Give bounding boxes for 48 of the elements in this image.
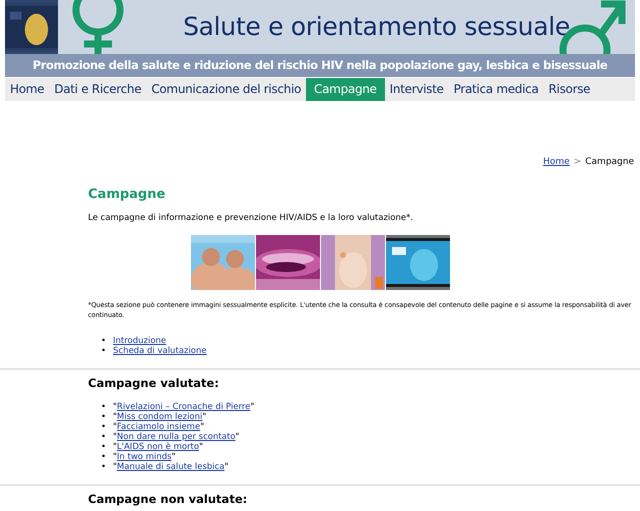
quote-mark: " — [172, 452, 176, 462]
quote-mark: " — [224, 462, 228, 472]
campaign-link[interactable]: Manuale di salute lesbica — [116, 462, 225, 472]
nav-tab[interactable]: Home — [5, 78, 50, 101]
quote-mark: " — [113, 462, 117, 472]
intro-text: Le campagne di informazione e prevenzione HIV/AIDS e la loro valutazione*. — [88, 213, 414, 223]
breadcrumb-current: Campagne — [585, 157, 634, 167]
site-title: Salute e orientamento sessuale — [183, 11, 570, 43]
quote-mark: " — [202, 412, 206, 422]
bullet: • — [101, 412, 108, 422]
nav-tab[interactable]: Dati e Ricerche — [49, 78, 146, 101]
page-heading: Campagne — [88, 187, 166, 204]
campaign-link[interactable]: Facciamolo insieme — [116, 422, 200, 432]
campaign-link[interactable]: Non dare nulla per scontato — [116, 432, 236, 442]
bullet: • — [101, 346, 108, 356]
campaign-link[interactable]: Miss condom lezioni — [116, 412, 202, 422]
nav-tab[interactable]: Campagne — [306, 78, 385, 101]
quote-mark: " — [113, 402, 117, 412]
section-heading: Campagne valutate: — [88, 376, 220, 392]
campaign-link[interactable]: In two minds — [116, 452, 172, 462]
bullet: • — [101, 422, 108, 432]
site-subtitle: Promozione della salute e riduzione del rischio HIV nella popolazione gay, lesbica e bisessuale — [5, 54, 635, 77]
quote-mark: " — [200, 422, 204, 432]
section-heading: Campagne non valutate: — [88, 492, 248, 508]
quote-mark: " — [113, 422, 117, 432]
nav-tab[interactable]: Interviste — [384, 78, 449, 101]
quote-mark: " — [250, 402, 254, 412]
quote-mark: " — [113, 412, 117, 422]
quote-mark: " — [113, 432, 117, 442]
quote-mark: " — [113, 442, 117, 452]
page-link[interactable]: Scheda di valutazione — [113, 346, 207, 356]
bullet: • — [101, 402, 108, 412]
bullet: • — [101, 462, 108, 472]
nav-tab[interactable]: Comunicazione del rischio — [146, 78, 306, 101]
campaign-link[interactable]: L'AIDS non è morto — [116, 442, 200, 452]
campaign-link[interactable]: Rivelazioni – Cronache di Pierre — [116, 402, 250, 412]
page-link[interactable]: Introduzione — [113, 336, 166, 346]
nav-tab[interactable]: Pratica medica — [448, 78, 544, 101]
quote-mark: " — [235, 432, 240, 442]
breadcrumb-separator: > — [574, 157, 582, 167]
bullet: • — [101, 336, 108, 346]
bullet: • — [101, 452, 108, 462]
quote-mark: " — [199, 442, 203, 452]
breadcrumb-link[interactable]: Home — [543, 157, 570, 167]
bullet: • — [101, 442, 108, 452]
nav-tab[interactable]: Risorse — [544, 78, 596, 101]
bullet: • — [101, 432, 108, 442]
quote-mark: " — [113, 452, 117, 462]
